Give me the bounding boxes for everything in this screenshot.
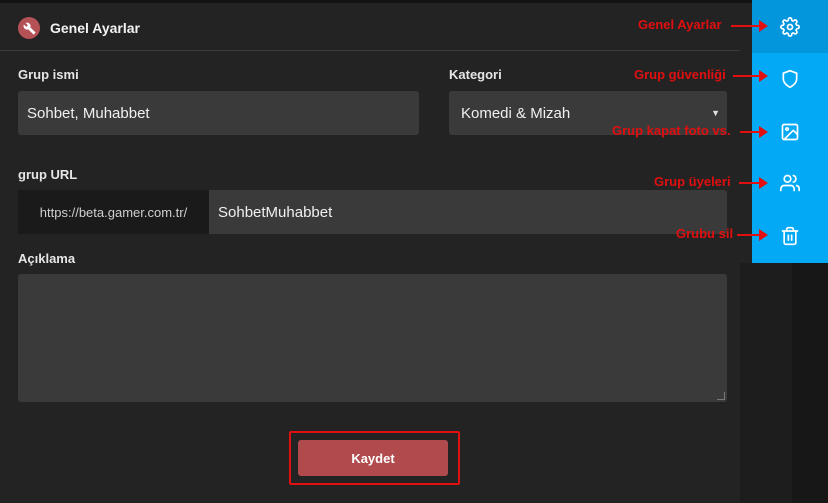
shield-icon[interactable] bbox=[779, 68, 801, 90]
group-url-value: SohbetMuhabbet bbox=[218, 203, 333, 221]
rail-gutter bbox=[740, 263, 792, 503]
annotation-delete-group: Grubu sil bbox=[676, 226, 734, 241]
page-title: Genel Ayarlar bbox=[50, 20, 141, 36]
annotation-group-security: Grup güvenliği bbox=[634, 67, 726, 82]
resize-grip-icon[interactable] bbox=[717, 392, 725, 400]
annotation-arrow-icon bbox=[740, 126, 768, 138]
image-icon[interactable] bbox=[779, 121, 801, 143]
category-label: Kategori bbox=[449, 67, 502, 82]
save-button[interactable]: Kaydet bbox=[298, 440, 448, 476]
group-name-value: Sohbet, Muhabbet bbox=[27, 104, 150, 122]
caret-down-icon: ▼ bbox=[711, 108, 720, 118]
url-prefix: https://beta.gamer.com.tr/ bbox=[18, 190, 209, 234]
group-url-label: grup URL bbox=[18, 167, 78, 182]
group-name-label: Grup ismi bbox=[18, 67, 79, 82]
gear-icon[interactable] bbox=[779, 16, 801, 38]
annotation-general-settings: Genel Ayarlar bbox=[638, 17, 722, 32]
annotation-group-members: Grup üyeleri bbox=[654, 174, 731, 189]
annotation-arrow-icon bbox=[737, 229, 768, 241]
description-label: Açıklama bbox=[18, 251, 76, 266]
category-selected-value: Komedi & Mizah bbox=[461, 104, 571, 122]
users-icon[interactable] bbox=[779, 172, 801, 194]
annotation-group-photo: Grup kapat foto vs. bbox=[612, 123, 731, 138]
description-textarea[interactable] bbox=[18, 274, 727, 402]
annotation-arrow-icon bbox=[739, 177, 768, 189]
annotation-arrow-icon bbox=[731, 20, 768, 32]
group-name-input[interactable]: Sohbet, Muhabbet bbox=[18, 91, 419, 135]
trash-icon[interactable] bbox=[779, 225, 801, 247]
group-url-input[interactable]: SohbetMuhabbet bbox=[209, 190, 727, 234]
wrench-icon bbox=[18, 17, 40, 39]
annotation-arrow-icon bbox=[733, 70, 768, 82]
panel-header: Genel Ayarlar bbox=[0, 3, 740, 51]
